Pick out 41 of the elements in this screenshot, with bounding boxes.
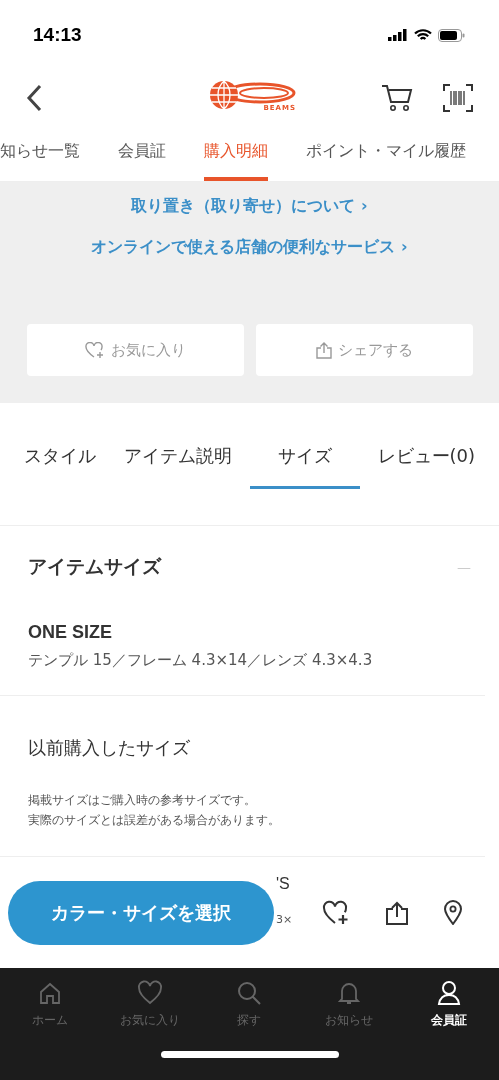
person-icon bbox=[436, 980, 463, 1006]
bell-icon bbox=[336, 980, 363, 1006]
detail-tab[interactable]: レビュー(0) bbox=[367, 444, 486, 489]
nav-tab[interactable]: ポイント・マイル履歴 bbox=[306, 125, 466, 181]
detail-tab[interactable]: スタイル bbox=[13, 444, 106, 489]
note-text: 掲載サイズはご購入時の参考サイズです。 bbox=[28, 792, 257, 809]
heart-plus-icon bbox=[84, 341, 105, 359]
share-icon[interactable] bbox=[386, 900, 408, 925]
wifi-icon bbox=[414, 28, 432, 42]
back-icon[interactable] bbox=[26, 83, 42, 112]
section-title: アイテムサイズ bbox=[28, 554, 161, 579]
detail-tab[interactable]: サイズ bbox=[249, 444, 360, 489]
battery-icon bbox=[438, 28, 465, 42]
bottom-nav-item[interactable]: 探す bbox=[204, 980, 295, 1029]
nav-tab[interactable]: 知らせ一覧 bbox=[0, 125, 80, 181]
bottom-nav-item[interactable]: お知らせ bbox=[304, 980, 395, 1029]
cart-icon[interactable] bbox=[381, 83, 413, 112]
bottom-nav-item[interactable]: お気に入り bbox=[104, 980, 195, 1029]
signal-icon bbox=[388, 29, 408, 41]
size-measurements: テンプル 15／フレーム 4.3×14／レンズ 4.3×4.3 bbox=[28, 651, 374, 670]
nav-tab[interactable]: 会員証 bbox=[118, 125, 166, 181]
size-name: ONE SIZE bbox=[28, 622, 113, 643]
bottom-nav-item[interactable]: 会員証 bbox=[404, 980, 495, 1029]
info-link[interactable]: オンラインで使える店舗の便利なサービス › bbox=[91, 226, 408, 267]
heart-icon bbox=[136, 980, 163, 1006]
heart-plus-icon[interactable] bbox=[322, 899, 350, 926]
previous-size-title: 以前購入したサイズ bbox=[28, 736, 191, 760]
select-color-size-button[interactable]: カラー・サイズを選択 bbox=[8, 880, 274, 945]
share-button[interactable]: シェアする bbox=[255, 324, 473, 376]
note-text: 実際のサイズとは誤差がある場合があります。 bbox=[28, 812, 281, 829]
item-title: 'S bbox=[276, 875, 291, 893]
item-text: 3× bbox=[276, 913, 293, 926]
info-link[interactable]: 取り置き（取り寄せ）について › bbox=[131, 185, 368, 226]
favorite-button[interactable]: お気に入り bbox=[26, 324, 244, 376]
share-icon bbox=[315, 341, 332, 359]
status-time: 14:13 bbox=[33, 24, 82, 46]
barcode-scan-icon[interactable] bbox=[443, 83, 473, 112]
search-icon bbox=[236, 980, 263, 1006]
bottom-nav-item[interactable]: ホーム bbox=[4, 980, 95, 1029]
detail-tab[interactable]: アイテム説明 bbox=[113, 444, 242, 489]
location-pin-icon[interactable] bbox=[444, 900, 462, 925]
